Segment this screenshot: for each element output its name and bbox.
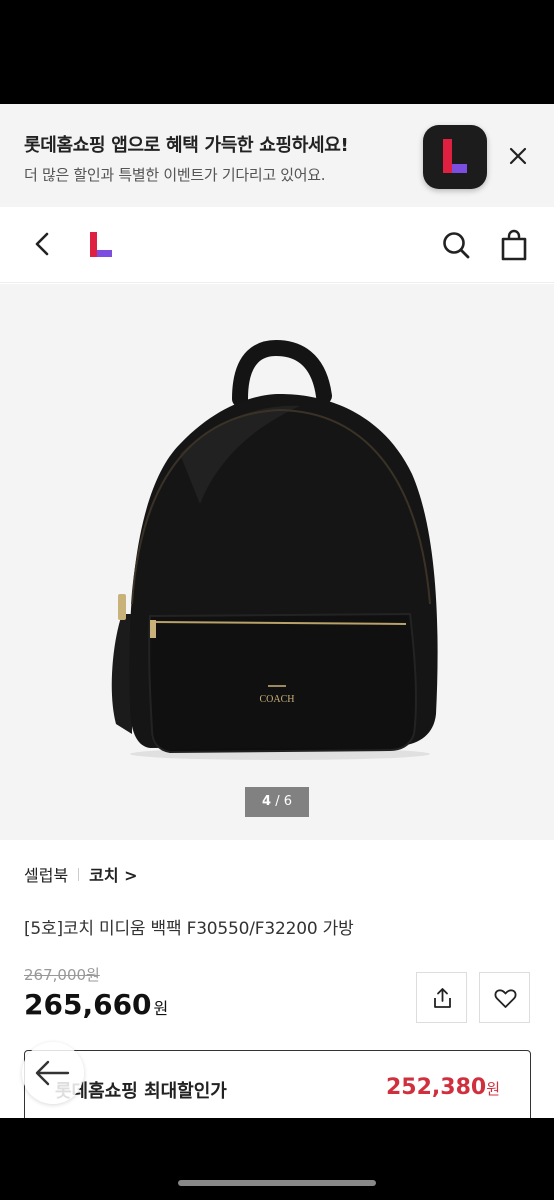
divider: [78, 867, 80, 881]
product-title: [5호]코치 미디움 백팩 F30550/F32200 가방: [24, 919, 354, 939]
wishlist-button[interactable]: [479, 972, 530, 1023]
banner-subtitle: 더 많은 할인과 특별한 이벤트가 기다리고 있어요.: [24, 166, 326, 184]
image-counter-total: 6: [283, 794, 292, 809]
top-header: [0, 207, 554, 283]
coach-logo-text: COACH: [259, 694, 294, 705]
heart-icon: [494, 989, 517, 1008]
share-icon: [434, 988, 451, 1008]
max-discount-value: 252,380: [385, 1075, 487, 1100]
max-discount-unit: 원: [486, 1080, 500, 1098]
phone-screen: 롯데홈쇼핑 앱으로 혜택 가득한 쇼핑하세요! 더 많은 할인과 특별한 이벤트…: [0, 0, 554, 1200]
floating-back-button[interactable]: [22, 1042, 84, 1104]
seller-name[interactable]: 셀럽북: [24, 862, 68, 886]
lotte-logo-icon[interactable]: [86, 229, 118, 261]
close-icon[interactable]: [504, 142, 532, 170]
original-price: 267,000원: [24, 966, 100, 984]
share-button[interactable]: [416, 972, 467, 1023]
back-arrow-icon[interactable]: [26, 227, 60, 261]
max-discount-box[interactable]: 롯데홈쇼핑 최대할인가 252,380원: [24, 1050, 531, 1118]
banner-title: 롯데홈쇼핑 앱으로 혜택 가득한 쇼핑하세요!: [24, 135, 349, 156]
search-icon[interactable]: [438, 227, 474, 263]
shopping-bag-icon[interactable]: [496, 227, 532, 263]
product-image-gallery[interactable]: COACH: [0, 284, 554, 840]
app-logo-icon[interactable]: [423, 125, 487, 189]
brand-link[interactable]: 코치 >: [89, 862, 137, 886]
home-indicator[interactable]: [178, 1180, 376, 1186]
arrow-left-icon: [35, 1060, 70, 1086]
backpack-product-image: COACH: [111, 339, 438, 760]
sale-price-unit: 원: [153, 999, 169, 1018]
image-counter-current: 4: [262, 794, 272, 809]
brand-row: 셀럽북 코치 >: [24, 862, 138, 886]
max-discount-price: 252,380원: [386, 1075, 500, 1100]
sale-price: 265,660 원: [24, 988, 168, 1021]
page-content: 롯데홈쇼핑 앱으로 혜택 가득한 쇼핑하세요! 더 많은 할인과 특별한 이벤트…: [0, 104, 554, 1118]
app-banner[interactable]: 롯데홈쇼핑 앱으로 혜택 가득한 쇼핑하세요! 더 많은 할인과 특별한 이벤트…: [0, 104, 554, 207]
image-counter: 4 / 6: [245, 787, 309, 817]
image-counter-separator: /: [275, 794, 280, 809]
sale-price-value: 265,660: [24, 988, 152, 1021]
